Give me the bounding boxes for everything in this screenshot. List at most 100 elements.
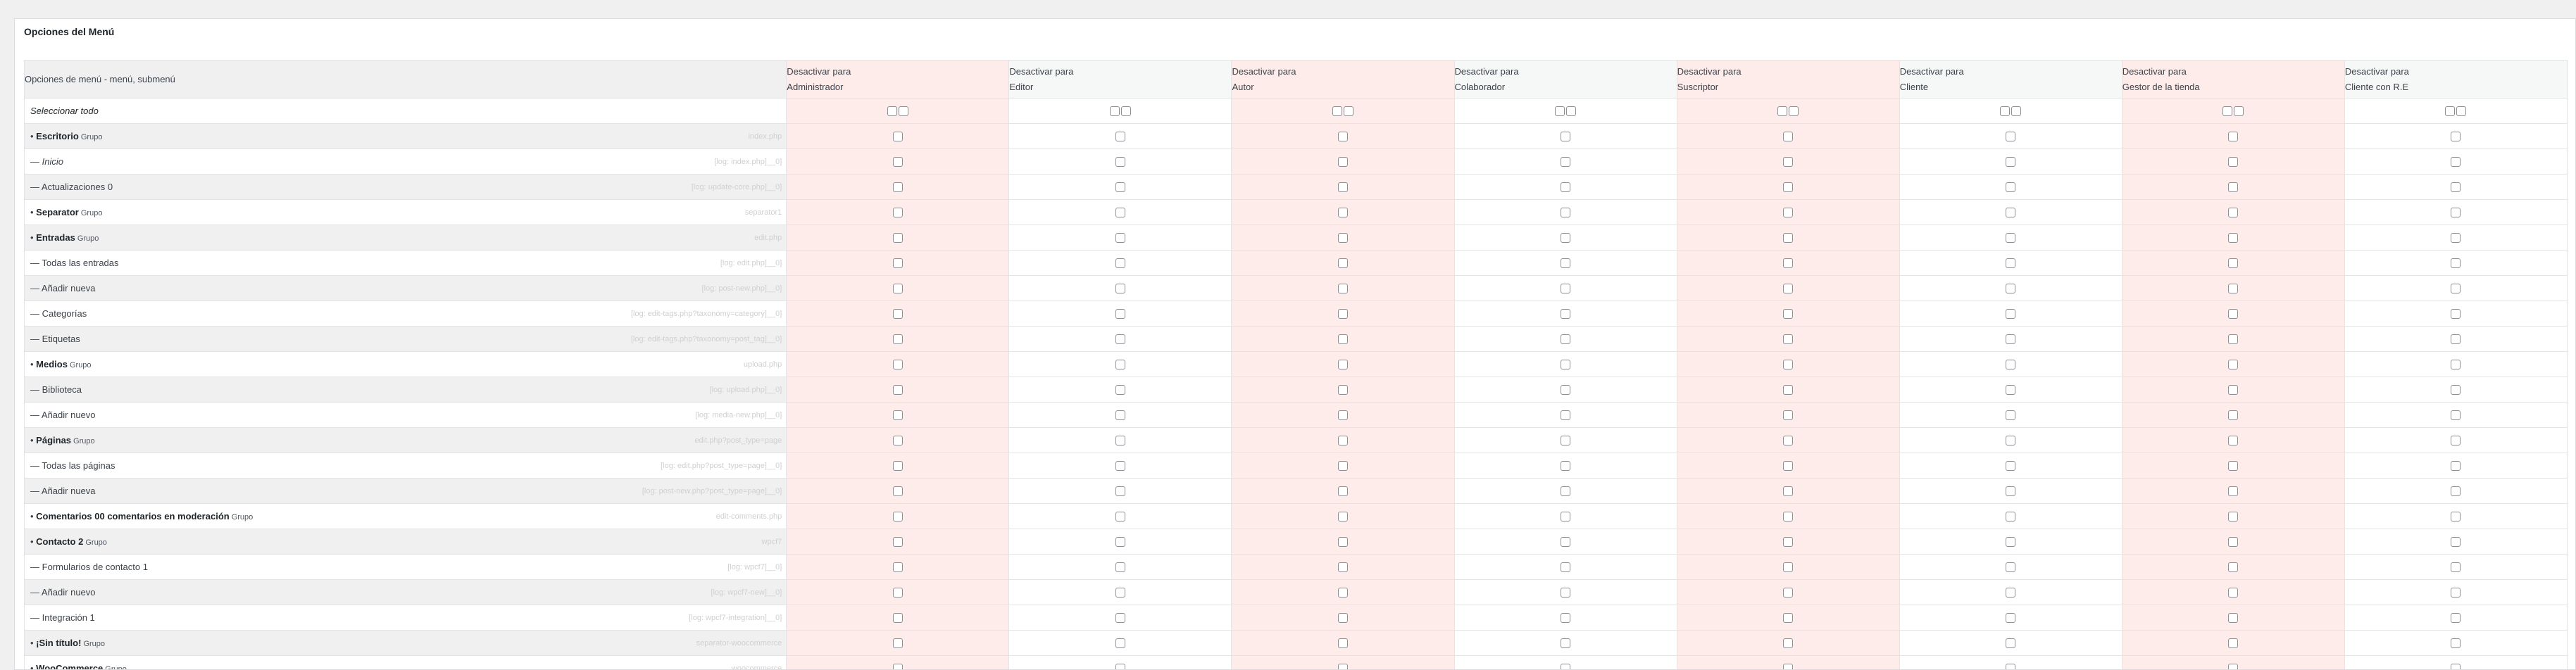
disable-checkbox[interactable] (1337, 410, 1348, 420)
disable-checkbox[interactable] (2006, 536, 2016, 547)
disable-checkbox[interactable] (1561, 334, 1571, 344)
disable-checkbox[interactable] (1337, 486, 1348, 496)
select-all-children-checkbox[interactable] (1566, 106, 1577, 116)
disable-checkbox[interactable] (1337, 232, 1348, 243)
disable-checkbox[interactable] (2451, 435, 2461, 445)
disable-checkbox[interactable] (1337, 156, 1348, 167)
disable-checkbox[interactable] (2006, 156, 2016, 167)
disable-checkbox[interactable] (2451, 283, 2461, 293)
select-all-children-checkbox[interactable] (2011, 106, 2022, 116)
disable-checkbox[interactable] (2228, 536, 2239, 547)
disable-checkbox[interactable] (2006, 308, 2016, 319)
disable-checkbox[interactable] (2451, 410, 2461, 420)
disable-checkbox[interactable] (2228, 232, 2239, 243)
disable-checkbox[interactable] (2451, 334, 2461, 344)
disable-checkbox[interactable] (1337, 359, 1348, 369)
disable-checkbox[interactable] (892, 435, 903, 445)
disable-checkbox[interactable] (1561, 587, 1571, 598)
disable-checkbox[interactable] (1783, 536, 1794, 547)
disable-checkbox[interactable] (2228, 359, 2239, 369)
disable-checkbox[interactable] (1115, 207, 1125, 217)
disable-checkbox[interactable] (1337, 384, 1348, 395)
select-all-checkbox[interactable] (1332, 106, 1342, 116)
disable-checkbox[interactable] (892, 207, 903, 217)
disable-checkbox[interactable] (1783, 384, 1794, 395)
disable-checkbox[interactable] (1115, 460, 1125, 471)
disable-checkbox[interactable] (892, 410, 903, 420)
disable-checkbox[interactable] (2006, 232, 2016, 243)
disable-checkbox[interactable] (2006, 410, 2016, 420)
disable-checkbox[interactable] (892, 511, 903, 522)
disable-checkbox[interactable] (892, 156, 903, 167)
disable-checkbox[interactable] (1783, 460, 1794, 471)
disable-checkbox[interactable] (2006, 511, 2016, 522)
disable-checkbox[interactable] (892, 638, 903, 648)
disable-checkbox[interactable] (2451, 308, 2461, 319)
disable-checkbox[interactable] (1561, 232, 1571, 243)
disable-checkbox[interactable] (2451, 384, 2461, 395)
disable-checkbox[interactable] (1783, 511, 1794, 522)
disable-checkbox[interactable] (2006, 587, 2016, 598)
disable-checkbox[interactable] (1115, 131, 1125, 141)
disable-checkbox[interactable] (1337, 460, 1348, 471)
disable-checkbox[interactable] (2451, 182, 2461, 192)
disable-checkbox[interactable] (1337, 182, 1348, 192)
disable-checkbox[interactable] (1337, 131, 1348, 141)
disable-checkbox[interactable] (1115, 486, 1125, 496)
disable-checkbox[interactable] (1337, 207, 1348, 217)
disable-checkbox[interactable] (1337, 308, 1348, 319)
disable-checkbox[interactable] (2006, 612, 2016, 623)
disable-checkbox[interactable] (2228, 410, 2239, 420)
disable-checkbox[interactable] (1115, 638, 1125, 648)
disable-checkbox[interactable] (2451, 156, 2461, 167)
disable-checkbox[interactable] (1337, 638, 1348, 648)
disable-checkbox[interactable] (2006, 384, 2016, 395)
disable-checkbox[interactable] (1115, 612, 1125, 623)
disable-checkbox[interactable] (1115, 562, 1125, 572)
disable-checkbox[interactable] (1337, 435, 1348, 445)
disable-checkbox[interactable] (2228, 562, 2239, 572)
disable-checkbox[interactable] (1337, 334, 1348, 344)
disable-checkbox[interactable] (892, 486, 903, 496)
select-all-checkbox[interactable] (887, 106, 897, 116)
disable-checkbox[interactable] (1783, 334, 1794, 344)
disable-checkbox[interactable] (892, 562, 903, 572)
disable-checkbox[interactable] (2451, 612, 2461, 623)
disable-checkbox[interactable] (1783, 486, 1794, 496)
disable-checkbox[interactable] (1783, 359, 1794, 369)
disable-checkbox[interactable] (1561, 460, 1571, 471)
disable-checkbox[interactable] (2228, 182, 2239, 192)
disable-checkbox[interactable] (892, 663, 903, 669)
disable-checkbox[interactable] (1783, 308, 1794, 319)
disable-checkbox[interactable] (892, 460, 903, 471)
disable-checkbox[interactable] (1561, 638, 1571, 648)
disable-checkbox[interactable] (1561, 536, 1571, 547)
disable-checkbox[interactable] (2228, 612, 2239, 623)
disable-checkbox[interactable] (2451, 536, 2461, 547)
disable-checkbox[interactable] (2451, 460, 2461, 471)
disable-checkbox[interactable] (2451, 587, 2461, 598)
disable-checkbox[interactable] (1115, 283, 1125, 293)
select-all-checkbox[interactable] (1109, 106, 1120, 116)
disable-checkbox[interactable] (1115, 334, 1125, 344)
select-all-children-checkbox[interactable] (898, 106, 908, 116)
disable-checkbox[interactable] (892, 587, 903, 598)
disable-checkbox[interactable] (1783, 182, 1794, 192)
disable-checkbox[interactable] (2006, 258, 2016, 268)
disable-checkbox[interactable] (1561, 486, 1571, 496)
disable-checkbox[interactable] (2451, 638, 2461, 648)
disable-checkbox[interactable] (2228, 511, 2239, 522)
disable-checkbox[interactable] (892, 334, 903, 344)
select-all-children-checkbox[interactable] (2456, 106, 2467, 116)
disable-checkbox[interactable] (1783, 410, 1794, 420)
disable-checkbox[interactable] (1561, 511, 1571, 522)
disable-checkbox[interactable] (2451, 486, 2461, 496)
disable-checkbox[interactable] (2228, 638, 2239, 648)
disable-checkbox[interactable] (892, 283, 903, 293)
disable-checkbox[interactable] (1561, 207, 1571, 217)
disable-checkbox[interactable] (1783, 663, 1794, 669)
disable-checkbox[interactable] (1115, 435, 1125, 445)
disable-checkbox[interactable] (1783, 283, 1794, 293)
disable-checkbox[interactable] (1115, 182, 1125, 192)
disable-checkbox[interactable] (1561, 156, 1571, 167)
